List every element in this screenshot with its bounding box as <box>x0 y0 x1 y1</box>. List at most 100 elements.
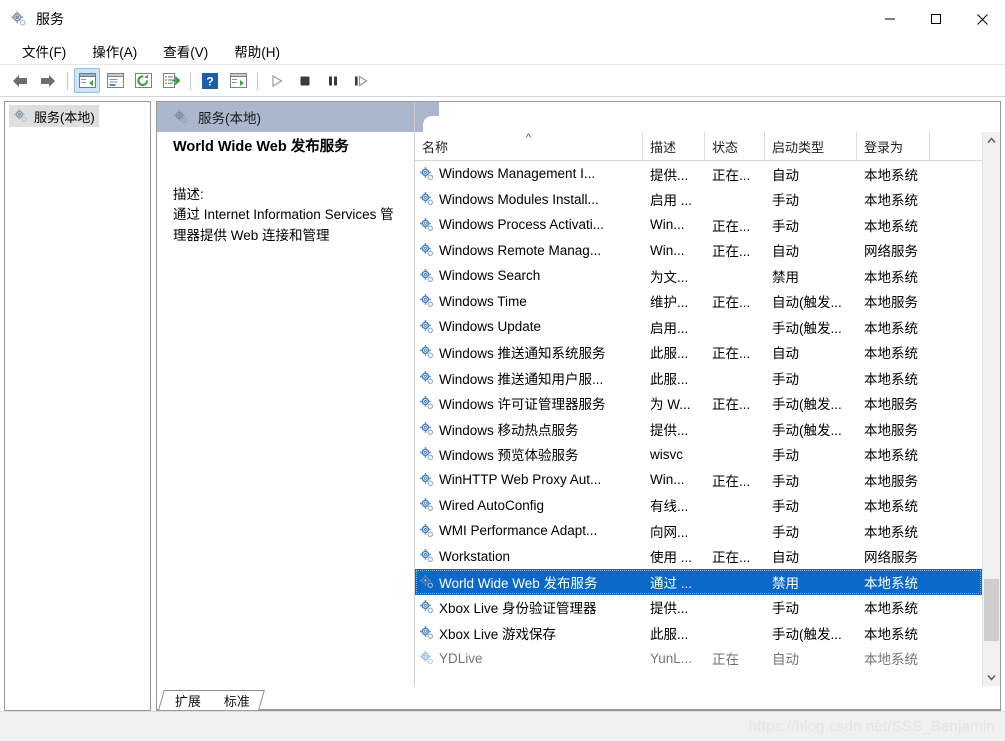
table-row[interactable]: Windows Search 为文... 禁用 本地系统 <box>415 263 982 289</box>
cell-service-name: Windows Process Activati... <box>415 217 643 233</box>
cell-service-startup-type: 手动(触发... <box>772 320 842 336</box>
table-row[interactable]: YDLive YunL... 正在 自动 本地系统 <box>415 646 982 672</box>
services-gear-icon <box>10 10 28 28</box>
sidebar-item-services-local[interactable]: 服务(本地) <box>9 105 99 127</box>
service-gear-icon <box>419 599 435 615</box>
restart-service-icon[interactable] <box>348 68 374 93</box>
show-console-icon[interactable] <box>225 68 251 93</box>
back-icon[interactable] <box>7 68 33 93</box>
table-row[interactable]: Windows Management I... 提供... 正在... 自动 本地系统 <box>415 161 982 187</box>
cell-service-description: Win... <box>650 217 685 233</box>
show-tree-icon[interactable] <box>74 68 100 93</box>
table-row[interactable]: Xbox Live 游戏保存 此服... 手动(触发... 本地系统 <box>415 620 982 646</box>
column-header-name[interactable]: 名称 ^ <box>415 132 643 160</box>
column-header-status[interactable]: 状态 <box>705 132 765 160</box>
table-row[interactable]: Windows 预览体验服务 wisvc 手动 本地系统 <box>415 442 982 468</box>
table-row[interactable]: World Wide Web 发布服务 通过 ... 禁用 本地系统 <box>415 569 982 595</box>
cell-service-name: Windows Management I... <box>415 166 643 182</box>
cell-service-startup-type: 自动 <box>772 550 799 566</box>
forward-icon[interactable] <box>35 68 61 93</box>
list-header-row: 名称 ^ 描述 状态 启动类型 登录为 <box>415 132 982 161</box>
column-header-log-on-as[interactable]: 登录为 <box>857 132 930 160</box>
cell-service-name: Windows Remote Manag... <box>415 242 643 258</box>
list-vertical-scrollbar[interactable] <box>982 132 1000 686</box>
service-detail-pane: World Wide Web 发布服务 描述: 通过 Internet Info… <box>157 102 415 686</box>
menu-help[interactable]: 帮助(H) <box>224 39 290 63</box>
cell-service-description: 启用... <box>650 320 689 336</box>
table-row[interactable]: Windows Remote Manag... Win... 正在... 自动 网络服务 <box>415 238 982 264</box>
cell-service-log-on-as: 本地系统 <box>864 448 918 464</box>
service-gear-icon <box>419 523 435 539</box>
table-row[interactable]: Xbox Live 身份验证管理器 提供... 手动 本地系统 <box>415 595 982 621</box>
cell-service-name: Windows Search <box>415 268 643 284</box>
table-row[interactable]: Wired AutoConfig 有线... 手动 本地系统 <box>415 493 982 519</box>
help-icon[interactable]: ? <box>197 68 223 93</box>
minimize-button[interactable] <box>867 0 913 38</box>
cell-service-description: Win... <box>650 242 685 258</box>
menu-file[interactable]: 文件(F) <box>12 39 76 63</box>
services-gear-icon <box>173 109 189 125</box>
service-gear-icon <box>419 319 435 335</box>
service-name-label: Workstation <box>439 548 511 564</box>
tab-standard[interactable]: 标准 <box>208 690 265 710</box>
table-row[interactable]: Windows 许可证管理器服务 为 W... 正在... 手动(触发... 本地服务 <box>415 391 982 417</box>
table-row[interactable]: Windows 推送通知系统服务 此服... 正在... 自动 本地系统 <box>415 340 982 366</box>
table-row[interactable]: WinHTTP Web Proxy Aut... Win... 正在... 手动 本地服… <box>415 467 982 493</box>
cell-service-log-on-as: 本地系统 <box>864 575 918 591</box>
cell-service-description: 为文... <box>650 269 689 285</box>
toolbar: ? <box>0 65 1005 97</box>
scroll-down-icon[interactable] <box>983 669 1000 686</box>
table-row[interactable]: Windows Time 维护... 正在... 自动(触发... 本地服务 <box>415 289 982 315</box>
service-name-label: Windows Remote Manag... <box>439 242 602 258</box>
service-gear-icon <box>419 650 435 666</box>
service-name-label: Xbox Live 身份验证管理器 <box>439 601 597 617</box>
cell-service-status: 正在 <box>712 652 739 668</box>
service-name-label: Windows 移动热点服务 <box>439 422 579 438</box>
maximize-button[interactable] <box>913 0 959 38</box>
stop-service-icon[interactable] <box>292 68 318 93</box>
table-row[interactable]: Windows Modules Install... 启用 ... 手动 本地系统 <box>415 187 982 213</box>
table-row[interactable]: Windows 移动热点服务 提供... 手动(触发... 本地服务 <box>415 416 982 442</box>
service-name-label: WMI Performance Adapt... <box>439 523 598 539</box>
refresh-icon[interactable] <box>130 68 156 93</box>
cell-service-name: WMI Performance Adapt... <box>415 523 643 539</box>
column-header-name-label: 名称 <box>422 139 449 155</box>
cell-service-status: 正在... <box>712 397 751 413</box>
cell-service-name: Windows Modules Install... <box>415 191 643 207</box>
scroll-up-icon[interactable] <box>983 132 1000 149</box>
results-pane: 服务(本地) World Wide Web 发布服务 描述: 通过 Intern… <box>156 101 1001 711</box>
service-name-label: Windows 推送通知系统服务 <box>439 346 606 362</box>
export-list-icon[interactable] <box>158 68 184 93</box>
cell-service-description: 提供... <box>650 422 689 438</box>
table-row[interactable]: Windows 推送通知用户服... 此服... 手动 本地系统 <box>415 365 982 391</box>
table-row[interactable]: Windows Update 启用... 手动(触发... 本地系统 <box>415 314 982 340</box>
pause-service-icon[interactable] <box>320 68 346 93</box>
column-header-startup-type[interactable]: 启动类型 <box>765 132 857 160</box>
close-button[interactable] <box>959 0 1005 38</box>
service-name-label: WinHTTP Web Proxy Aut... <box>439 472 602 488</box>
column-header-description[interactable]: 描述 <box>643 132 705 160</box>
cell-service-startup-type: 手动(触发... <box>772 422 842 438</box>
scrollbar-thumb[interactable] <box>984 579 999 641</box>
cell-service-name: Windows 预览体验服务 <box>415 444 643 464</box>
service-gear-icon <box>419 344 435 360</box>
watermark-text: https://blog.csdn.net/SSS_Benjamin <box>748 718 995 735</box>
cell-service-startup-type: 手动 <box>772 601 799 617</box>
start-service-icon[interactable] <box>264 68 290 93</box>
scrollbar-track[interactable] <box>983 149 1000 669</box>
cell-service-name: WinHTTP Web Proxy Aut... <box>415 472 643 488</box>
service-name-label: Windows Time <box>439 293 527 309</box>
table-row[interactable]: Windows Process Activati... Win... 正在... 手动… <box>415 212 982 238</box>
properties-icon[interactable] <box>102 68 128 93</box>
cell-service-log-on-as: 本地系统 <box>864 601 918 617</box>
menu-action[interactable]: 操作(A) <box>82 39 147 63</box>
cell-service-log-on-as: 本地服务 <box>864 295 918 311</box>
table-row[interactable]: WMI Performance Adapt... 向网... 手动 本地系统 <box>415 518 982 544</box>
menu-view[interactable]: 查看(V) <box>153 39 218 63</box>
tab-extended[interactable]: 扩展 <box>158 690 216 710</box>
cell-service-name: Windows Time <box>415 293 643 309</box>
content-area: 服务(本地) 服务(本地) World Wide Web 发布服务 描述: 通过… <box>0 97 1005 711</box>
cell-service-description: 向网... <box>650 524 689 540</box>
table-row[interactable]: Workstation 使用 ... 正在... 自动 网络服务 <box>415 544 982 570</box>
service-gear-icon <box>419 472 435 488</box>
